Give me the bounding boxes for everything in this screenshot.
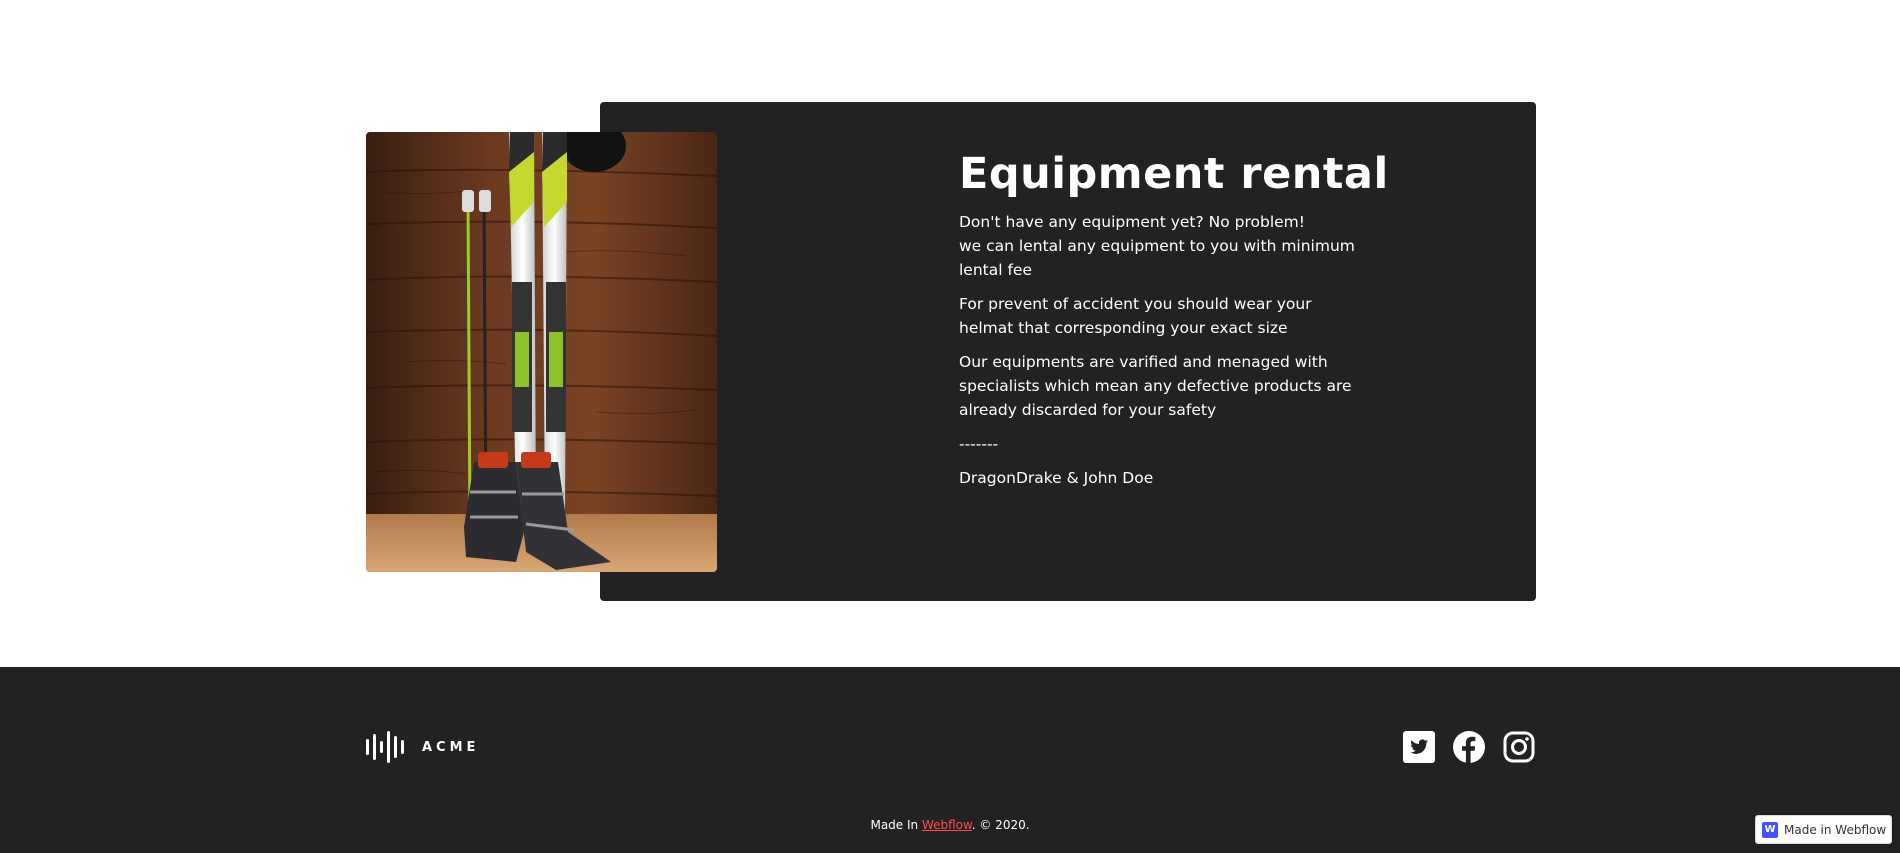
webflow-logo-icon: W [1762,821,1778,838]
webflow-link[interactable]: Webflow [922,818,972,832]
copyright-prefix: Made In [870,818,922,832]
social-links [1403,731,1535,763]
instagram-link[interactable] [1503,731,1535,763]
rental-paragraph-safety: Our equipments are varified and menaged … [959,353,1352,419]
page-heading: Equipment rental [959,149,1389,199]
ski-equipment-photo [366,132,717,572]
separator-text: ------- [959,435,999,453]
site-footer: ACME Made In Webflow. © 2020. [0,667,1900,853]
twitter-link[interactable] [1403,731,1435,763]
instagram-icon [1503,731,1535,763]
equipment-rental-section: Equipment rental Don't have any equipmen… [0,0,1900,667]
rental-content: Equipment rental Don't have any equipmen… [959,146,1389,500]
rental-paragraph-intro: Don't have any equipment yet? No problem… [959,213,1355,279]
badge-label: Made in Webflow [1784,822,1887,837]
copyright-suffix: . © 2020. [971,818,1030,832]
author-credit: DragonDrake & John Doe [959,469,1154,487]
brand-link[interactable]: ACME [366,731,479,763]
facebook-icon [1453,731,1485,763]
twitter-icon [1403,731,1435,763]
made-in-webflow-badge[interactable]: W Made in Webflow [1755,815,1892,844]
soundwave-logo-icon [366,731,404,763]
rental-paragraph-helmet: For prevent of accident you should wear … [959,295,1312,337]
facebook-link[interactable] [1453,731,1485,763]
brand-name: ACME [422,739,480,755]
copyright-text: Made In Webflow. © 2020. [0,818,1900,832]
